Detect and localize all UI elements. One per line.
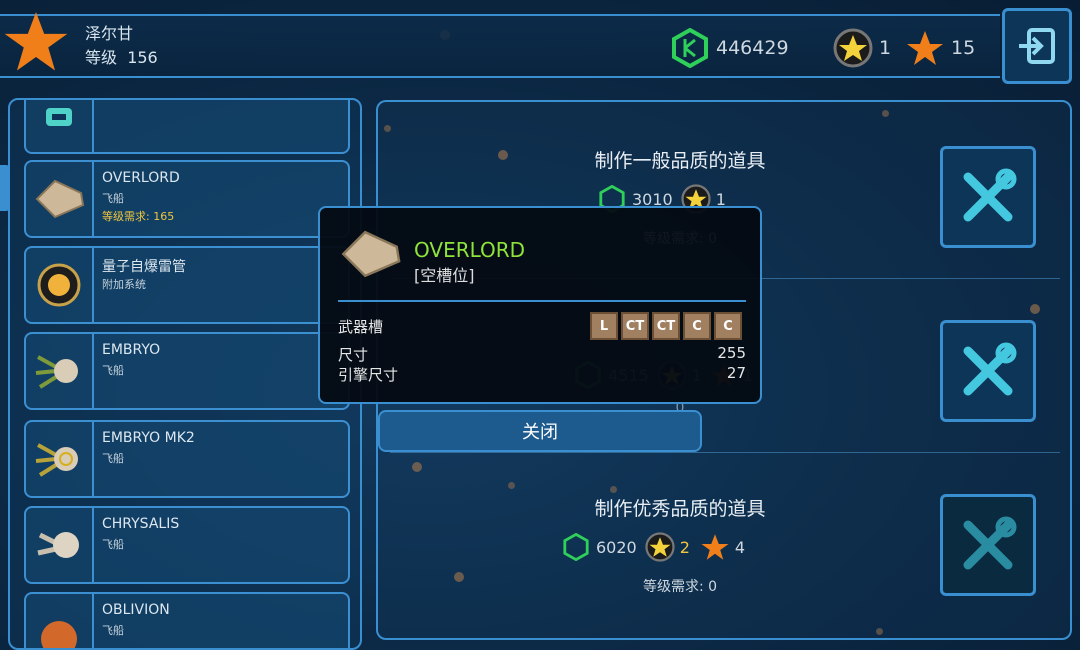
popup-subtitle: [空槽位]: [414, 266, 475, 285]
popup-divider: [338, 300, 746, 302]
credits-display: 446429: [670, 28, 789, 68]
orange-star-display: 15: [905, 28, 975, 68]
popup-ship-name: OVERLORD: [414, 238, 526, 262]
craft-excellent-button[interactable]: [940, 494, 1036, 596]
close-button[interactable]: 关闭: [378, 410, 702, 452]
list-item-embryo[interactable]: EMBRYO 飞船: [24, 332, 350, 410]
item-thumbnail: [26, 422, 94, 496]
list-item-oblivion[interactable]: OBLIVION 飞船: [24, 592, 350, 648]
weapon-slot-list: L CT CT C C: [590, 312, 742, 340]
tools-icon: [963, 168, 1017, 222]
item-type: 附加系统: [102, 278, 146, 291]
weapon-slot: C: [683, 312, 711, 340]
player-name: 泽尔甘: [85, 24, 134, 43]
item-name: EMBRYO: [102, 342, 161, 358]
item-type: 飞船: [102, 192, 124, 205]
orange-star-icon: [701, 534, 729, 560]
item-type: 飞船: [102, 452, 124, 465]
ship-oblivion-icon: [41, 621, 77, 648]
exit-icon: [1019, 28, 1055, 64]
credits-value: 446429: [716, 37, 789, 59]
ship-embryo-icon: [35, 355, 78, 389]
credits-hex-icon: [563, 533, 589, 561]
ship-overlord-icon: [341, 230, 401, 278]
credits-hex-icon: [672, 28, 708, 68]
ship-overlord-icon: [35, 179, 85, 219]
craft-excellent-title: 制作优秀品质的道具: [594, 498, 766, 520]
tools-icon: [963, 342, 1017, 396]
gold-star-display: 1: [833, 28, 891, 68]
item-name: OVERLORD: [102, 170, 180, 186]
item-type: 飞船: [102, 538, 124, 551]
detonator-icon: [37, 263, 81, 307]
orange-star-value: 15: [951, 37, 976, 59]
craft-excellent-cost: 6020 2 4: [562, 532, 745, 562]
ship-chrysalis-icon: [37, 532, 79, 558]
item-thumbnail: [26, 248, 94, 322]
item-thumbnail: [26, 162, 94, 236]
list-item-overlord[interactable]: OVERLORD 飞船 等级需求: 165: [24, 160, 350, 238]
item-type: 飞船: [102, 364, 124, 377]
list-item-chrysalis[interactable]: CHRYSALIS 飞船: [24, 506, 350, 584]
item-name: CHRYSALIS: [102, 516, 180, 532]
player-level: 等级 156: [85, 48, 158, 67]
item-level-requirement: 等级需求: 165: [102, 210, 175, 223]
weapon-slot: CT: [652, 312, 680, 340]
item-info-popup: OVERLORD [空槽位] 武器槽 L CT CT C C 尺寸 255 引擎…: [318, 206, 762, 404]
weapon-slot: C: [714, 312, 742, 340]
size-label: 尺寸: [338, 346, 369, 364]
item-thumbnail: [26, 594, 94, 648]
engine-size-label: 引擎尺寸: [338, 366, 399, 384]
item-thumbnail: [26, 508, 94, 582]
ship-embryo-mk2-icon: [35, 443, 78, 477]
craft-excellent-requirement: 等级需求: 0: [642, 579, 718, 595]
item-name: 量子自爆雷管: [102, 259, 186, 275]
list-item-quantum-detonator[interactable]: 量子自爆雷管 附加系统: [24, 246, 350, 324]
gold-star-value: 1: [879, 37, 892, 59]
item-name: EMBRYO MK2: [102, 430, 195, 446]
tools-icon: [963, 516, 1017, 570]
item-thumbnail: [26, 100, 94, 152]
craft-good-button[interactable]: [940, 320, 1036, 422]
item-type: 飞船: [102, 624, 124, 637]
list-item-embryo-mk2[interactable]: EMBRYO MK2 飞船: [24, 420, 350, 498]
ship-list[interactable]: OVERLORD 飞船 等级需求: 165 量子自爆雷管 附加系统 EMBRYO…: [8, 98, 362, 650]
orange-star-icon: [907, 31, 943, 65]
item-name: OBLIVION: [102, 602, 170, 618]
engine-size-value: 27: [726, 364, 746, 382]
module-icon: [46, 108, 72, 126]
exit-button[interactable]: [1002, 8, 1072, 84]
size-value: 255: [717, 344, 746, 362]
craft-normal-button[interactable]: [940, 146, 1036, 248]
weapon-slot: CT: [621, 312, 649, 340]
divider: [390, 452, 1060, 453]
gold-star-icon: [645, 532, 675, 562]
gold-star-icon: [833, 28, 873, 68]
engine-size-row: 引擎尺寸 27: [338, 364, 746, 385]
player-rank-star-icon: [4, 12, 68, 71]
item-thumbnail: [26, 334, 94, 408]
weapon-slots-label: 武器槽: [338, 318, 384, 336]
size-row: 尺寸 255: [338, 344, 746, 365]
craft-normal-title: 制作一般品质的道具: [594, 150, 766, 172]
weapon-slot: L: [590, 312, 618, 340]
list-item[interactable]: [24, 100, 350, 154]
